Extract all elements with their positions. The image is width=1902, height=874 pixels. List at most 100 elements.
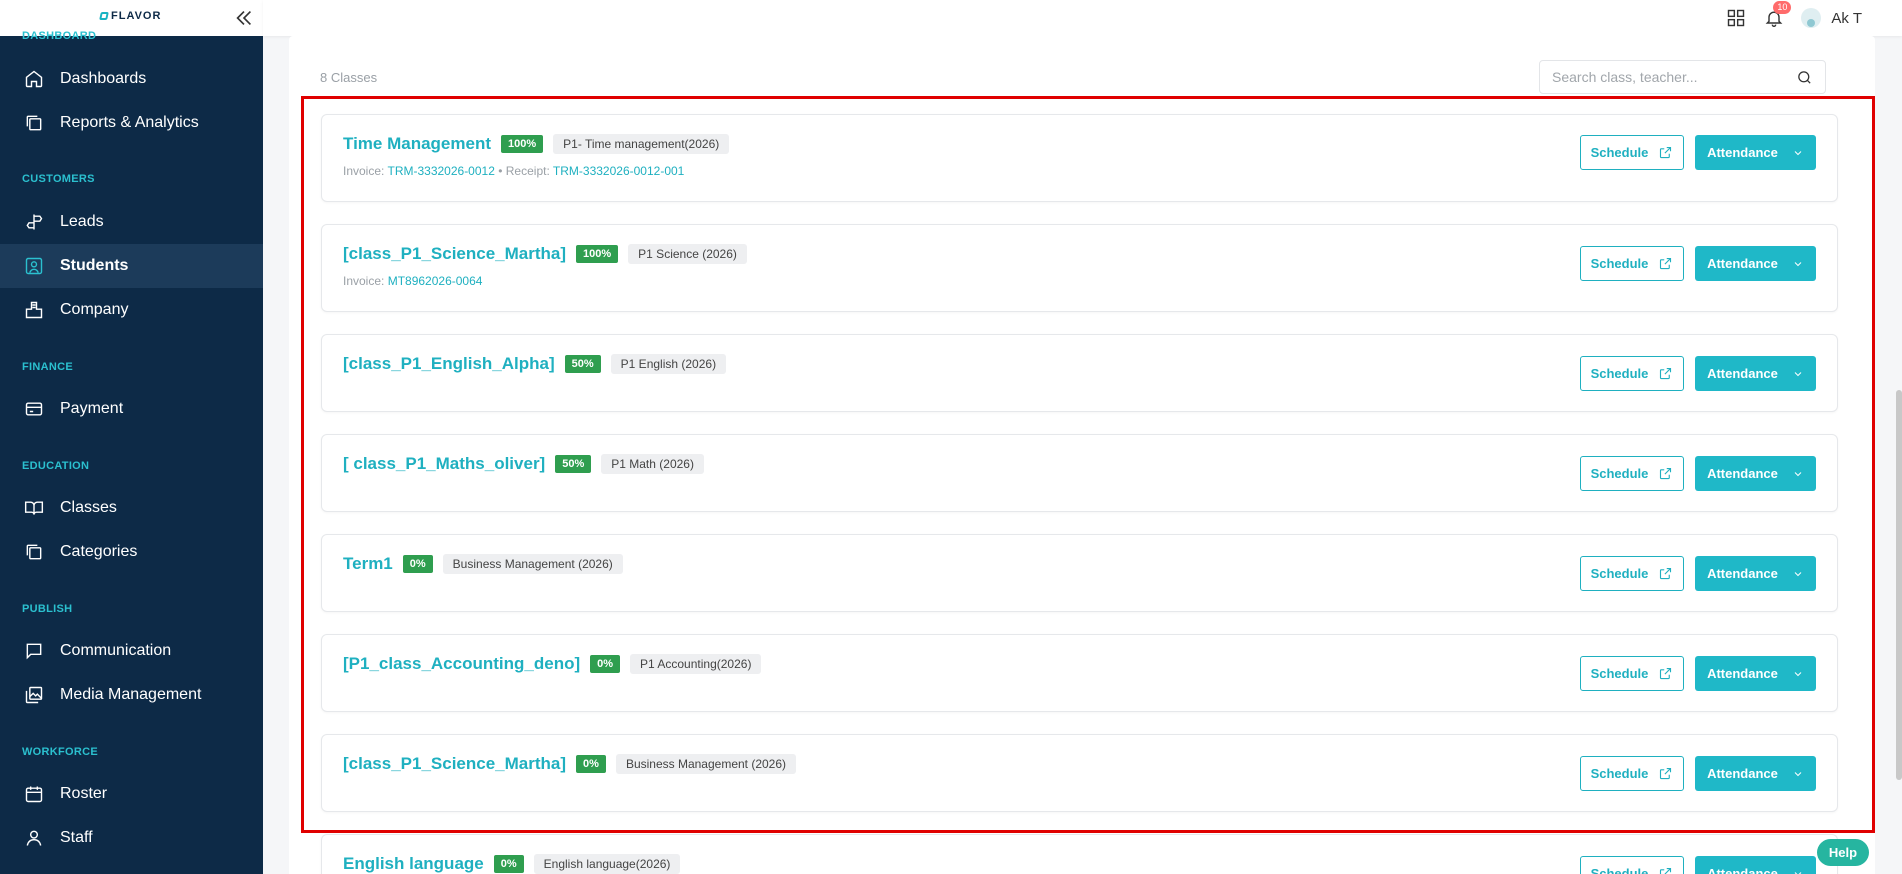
external-link-icon [1660,567,1672,580]
class-title-link[interactable]: Time Management [343,134,491,154]
sidebar-item-categories[interactable]: Categories [0,530,263,574]
class-card-header: English language 0% English language(202… [343,854,681,874]
sidebar-item-payment[interactable]: Payment [0,387,263,431]
sidebar-item-label: Classes [60,499,117,516]
course-tag: English language(2026) [533,854,681,874]
schedule-button[interactable]: Schedule [1580,856,1684,874]
schedule-button[interactable]: Schedule [1580,456,1684,491]
course-tag: Business Management (2026) [442,554,623,574]
external-link-icon [1660,467,1672,480]
sidebar-item-label: Reports & Analytics [60,114,199,131]
attendance-dropdown-button[interactable]: Attendance [1695,356,1816,391]
schedule-button[interactable]: Schedule [1580,756,1684,791]
class-title-link[interactable]: [P1_class_Accounting_deno] [343,654,580,674]
chevron-down-icon [1794,671,1802,676]
class-card: Term1 0% Business Management (2026) Sche… [321,534,1838,612]
attendance-dropdown-button[interactable]: Attendance [1695,856,1816,874]
invoice-link[interactable]: MT8962026-0064 [388,274,483,288]
chevron-down-icon [1794,571,1802,576]
sidebar-item-staff[interactable]: Staff [0,816,263,860]
user-square-icon [24,256,44,276]
sidebar-item-dashboards[interactable]: Dashboards [0,57,263,101]
building-icon [24,300,44,320]
schedule-button[interactable]: Schedule [1580,135,1684,170]
progress-badge: 0% [576,755,606,773]
schedule-button[interactable]: Schedule [1580,656,1684,691]
attendance-dropdown-button[interactable]: Attendance [1695,756,1816,791]
sidebar-item-reports[interactable]: Reports & Analytics [0,101,263,145]
apps-grid-button[interactable] [1725,7,1747,29]
course-tag: P1 English (2026) [610,354,727,374]
sidebar-item-label: Company [60,301,129,318]
notifications-button[interactable]: 10 [1763,1,1792,29]
section-label-dashboard: DASHBOARD [22,30,97,42]
sidebar-item-leads[interactable]: Leads [0,200,263,244]
page-scrollbar[interactable] [1896,390,1902,780]
progress-badge: 50% [564,355,601,373]
sidebar-item-communication[interactable]: Communication [0,629,263,673]
chevron-down-icon [1794,261,1802,266]
attendance-label: Attendance [1707,566,1778,581]
class-card-header: [class_P1_English_Alpha] 50% P1 English … [343,354,727,374]
schedule-label: Schedule [1590,866,1649,874]
sidebar-item-label: Media Management [60,686,202,703]
attendance-label: Attendance [1707,766,1778,781]
chevron-down-icon [1794,150,1802,155]
section-label-finance: FINANCE [22,361,73,373]
help-button[interactable]: Help [1817,839,1869,866]
app-root: FLAVOR DASHBOARD Dashboards Reports & An… [0,0,1902,874]
search-box[interactable] [1539,60,1826,94]
sidebar-item-students[interactable]: Students [0,244,263,288]
schedule-button[interactable]: Schedule [1580,356,1684,391]
attendance-dropdown-button[interactable]: Attendance [1695,656,1816,691]
logo-mark-icon [99,12,109,20]
class-title-link[interactable]: [class_P1_Science_Martha] [343,754,566,774]
chevron-down-icon [1794,771,1802,776]
sidebar-item-classes[interactable]: Classes [0,486,263,530]
brand-logo[interactable]: FLAVOR [99,10,161,22]
receipt-link[interactable]: TRM-3332026-0012-001 [553,164,684,178]
schedule-button[interactable]: Schedule [1580,246,1684,281]
class-card: Time Management 100% P1- Time management… [321,114,1838,202]
class-card: [class_P1_Science_Martha] 0% Business Ma… [321,734,1838,812]
class-card: [class_P1_English_Alpha] 50% P1 English … [321,334,1838,412]
section-label-education: EDUCATION [22,460,90,472]
sidebar-item-label: Staff [60,829,93,846]
avatar [1801,8,1822,28]
copy-icon [24,542,44,562]
class-card-header: [P1_class_Accounting_deno] 0% P1 Account… [343,654,762,674]
class-title-link[interactable]: [class_P1_English_Alpha] [343,354,555,374]
search-input[interactable] [1552,69,1796,85]
class-title-link[interactable]: English language [343,854,484,874]
class-title-link[interactable]: Term1 [343,554,393,574]
sidebar-item-label: Students [60,257,129,274]
invoice-link[interactable]: TRM-3332026-0012 [387,164,494,178]
external-link-icon [1660,257,1672,270]
sidebar: FLAVOR DASHBOARD Dashboards Reports & An… [0,0,263,874]
class-title-link[interactable]: [ class_P1_Maths_oliver] [343,454,545,474]
schedule-label: Schedule [1590,145,1649,160]
progress-badge: 0% [493,855,524,873]
user-menu[interactable]: Ak T [1801,8,1862,28]
notification-count-badge: 10 [1773,1,1792,14]
sidebar-item-company[interactable]: Company [0,288,263,332]
attendance-dropdown-button[interactable]: Attendance [1695,456,1816,491]
class-title-link[interactable]: [class_P1_Science_Martha] [343,244,566,264]
search-icon[interactable] [1796,69,1813,86]
attendance-dropdown-button[interactable]: Attendance [1695,135,1816,170]
book-icon [24,498,44,518]
chevron-down-icon [1794,371,1802,376]
external-link-icon [1660,867,1672,874]
attendance-label: Attendance [1707,666,1778,681]
schedule-button[interactable]: Schedule [1580,556,1684,591]
attendance-dropdown-button[interactable]: Attendance [1695,556,1816,591]
sidebar-item-label: Communication [60,642,172,659]
schedule-label: Schedule [1590,366,1649,381]
sidebar-item-media-management[interactable]: Media Management [0,673,263,717]
sidebar-item-roster[interactable]: Roster [0,772,263,816]
external-link-icon [1660,767,1672,780]
collapse-sidebar-button[interactable] [232,6,256,30]
invoice-label: Invoice: [343,164,385,178]
attendance-dropdown-button[interactable]: Attendance [1695,246,1816,281]
external-link-icon [1660,367,1672,380]
